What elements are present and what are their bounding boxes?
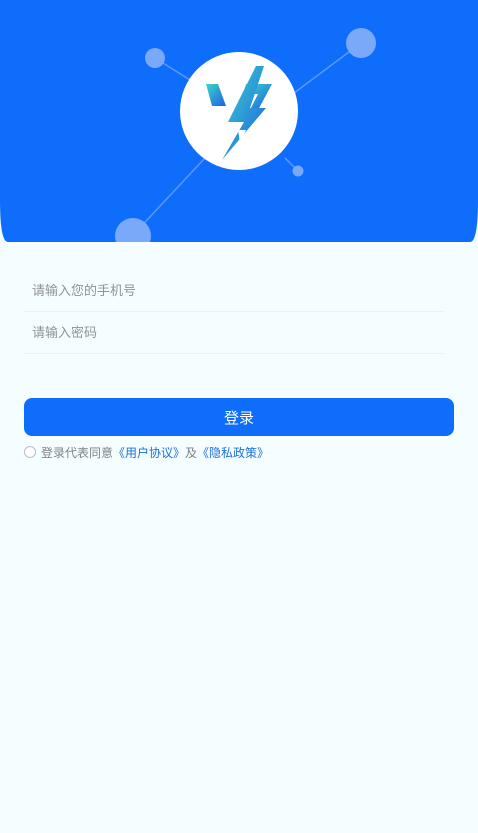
network-node-top-right (346, 28, 376, 58)
login-button[interactable]: 登录 (24, 398, 454, 436)
header-illustration (0, 0, 478, 242)
password-field (24, 313, 444, 354)
privacy-policy-link[interactable]: 《隐私政策》 (197, 444, 269, 461)
network-node-small (292, 165, 304, 177)
agreement-conjunction-text: 及 (185, 445, 198, 460)
phone-field (24, 271, 444, 312)
agreement-row: 登录代表同意 《用户协议》 及 《隐私政策》 (24, 444, 269, 460)
password-input[interactable] (24, 313, 444, 353)
user-agreement-link[interactable]: 《用户协议》 (113, 444, 185, 461)
phone-input[interactable] (24, 271, 444, 311)
agreement-prefix-text: 登录代表同意 (41, 445, 114, 460)
agreement-radio[interactable] (24, 446, 36, 458)
header-banner (0, 0, 478, 242)
network-node-top-left (145, 48, 165, 68)
